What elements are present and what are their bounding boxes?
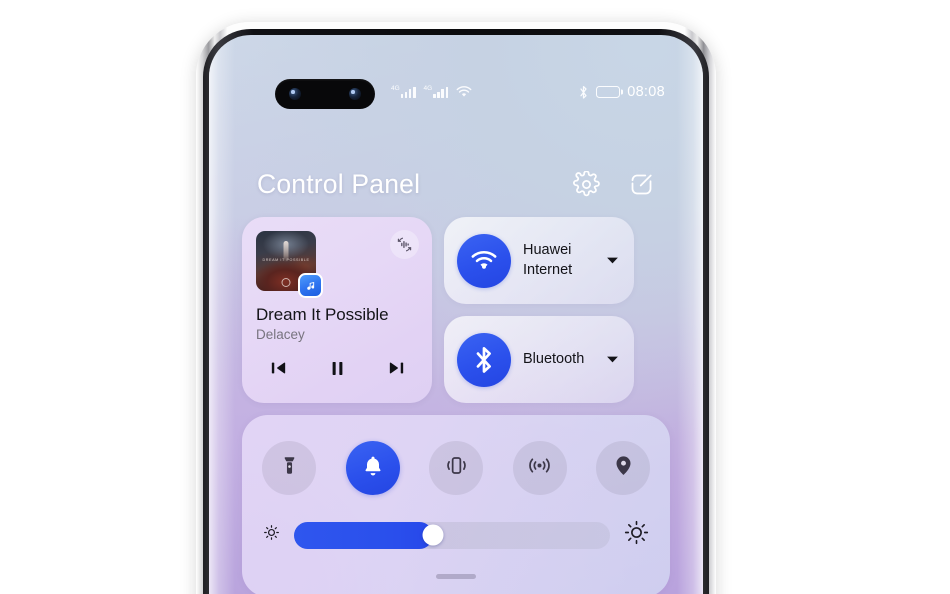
signal-bars-icon <box>400 86 416 98</box>
camera-lens-left <box>289 88 301 100</box>
header-actions <box>573 170 655 198</box>
media-controls <box>256 355 418 381</box>
location-toggle[interactable] <box>596 441 650 495</box>
wifi-icon <box>456 86 472 98</box>
bluetooth-tile[interactable]: Bluetooth <box>444 316 634 403</box>
wifi-icon[interactable] <box>457 233 511 288</box>
screenshot-canvas: 4G 4G 08:08 Control Panel DREAM IT POSSI… <box>0 0 950 594</box>
album-art-logo <box>281 278 291 287</box>
pause-icon[interactable] <box>321 355 353 381</box>
wifi-tile[interactable]: Huawei Internet <box>444 217 634 304</box>
cellular-signal-1: 4G <box>391 84 416 98</box>
page-title: Control Panel <box>257 168 421 199</box>
skip-next-icon[interactable] <box>380 355 412 381</box>
skip-previous-icon[interactable] <box>262 355 294 381</box>
brightness-slider-fill <box>294 521 434 549</box>
status-bar-right: 08:08 <box>578 84 665 100</box>
control-panel-header: Control Panel <box>209 158 703 210</box>
ring-mode-toggle[interactable] <box>345 441 400 495</box>
wifi-tile-label: Huawei Internet <box>523 241 594 280</box>
gear-icon[interactable] <box>573 170 600 198</box>
media-track-title: Dream It Possible <box>256 305 389 324</box>
chevron-down-icon[interactable] <box>606 252 619 270</box>
location-pin-icon <box>612 454 635 482</box>
album-art-caption: DREAM IT POSSIBLE <box>262 258 310 262</box>
audio-cast-icon[interactable] <box>390 230 419 259</box>
quick-toggles-panel <box>242 415 670 594</box>
bluetooth-icon <box>578 85 589 100</box>
control-panel-body: DREAM IT POSSIBLE Dream It Possible Dela… <box>209 217 703 594</box>
network-type-label-1: 4G <box>391 84 400 92</box>
chevron-down-icon[interactable] <box>606 351 619 369</box>
brightness-row <box>262 519 650 551</box>
brightness-low-icon <box>262 523 281 547</box>
wifi-label-line-2: Internet <box>523 261 573 278</box>
hotspot-icon <box>527 453 552 483</box>
network-type-label-2: 4G <box>423 84 433 92</box>
media-track-artist: Delacey <box>256 327 305 342</box>
edit-square-icon[interactable] <box>628 171 655 198</box>
bell-icon <box>361 454 385 483</box>
cellular-signal-2: 4G <box>423 84 449 98</box>
phone-device: 4G 4G 08:08 Control Panel DREAM IT POSSI… <box>196 22 716 594</box>
vibrate-toggle[interactable] <box>429 441 483 495</box>
connectivity-column: Huawei Internet Bluetooth <box>444 217 634 403</box>
bluetooth-tile-label: Bluetooth <box>523 350 585 367</box>
camera-lens-right <box>349 88 361 100</box>
album-art-wrap: DREAM IT POSSIBLE <box>256 231 323 298</box>
front-camera-cutout <box>275 79 375 109</box>
flashlight-toggle[interactable] <box>262 441 316 495</box>
phone-screen: 4G 4G 08:08 Control Panel DREAM IT POSSI… <box>209 35 703 594</box>
panel-drag-handle[interactable] <box>436 574 476 579</box>
bluetooth-icon[interactable] <box>457 332 511 387</box>
brightness-high-icon <box>623 519 650 551</box>
hotspot-toggle[interactable] <box>512 441 567 495</box>
signal-bars-icon <box>433 86 449 98</box>
status-bar-clock: 08:08 <box>627 84 665 100</box>
flashlight-icon <box>278 454 301 482</box>
quick-toggles-row <box>262 441 650 495</box>
battery-icon <box>596 85 621 99</box>
brightness-slider-knob[interactable] <box>422 524 444 546</box>
media-player-card[interactable]: DREAM IT POSSIBLE Dream It Possible Dela… <box>242 217 432 403</box>
music-note-icon[interactable] <box>298 273 323 298</box>
brightness-slider[interactable] <box>294 521 610 549</box>
status-bar-left: 4G 4G <box>391 84 472 98</box>
vibrate-icon <box>444 453 469 483</box>
top-cards-row: DREAM IT POSSIBLE Dream It Possible Dela… <box>242 217 670 403</box>
wifi-label-line-1: Huawei <box>523 242 572 259</box>
